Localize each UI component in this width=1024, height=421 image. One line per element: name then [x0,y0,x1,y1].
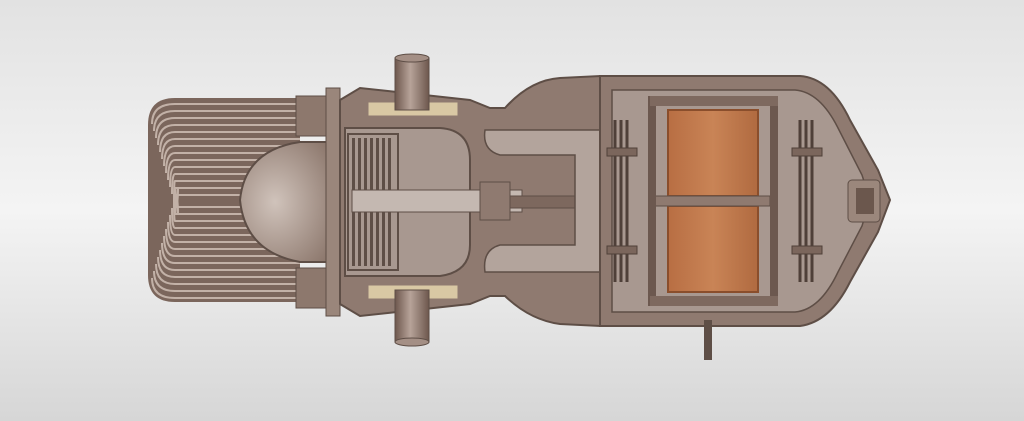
inlet-port [394,53,430,111]
spring-clamp [606,245,638,255]
wire-lead [704,320,712,360]
spring-clamp [791,245,823,255]
end-nozzle [847,179,881,223]
cutaway-illustration [0,0,1024,421]
compressor-cutaway [0,0,1024,421]
outlet-port [394,289,430,347]
spring-clamp [791,147,823,157]
spring-clamp [606,147,638,157]
motor-coil [649,109,771,293]
